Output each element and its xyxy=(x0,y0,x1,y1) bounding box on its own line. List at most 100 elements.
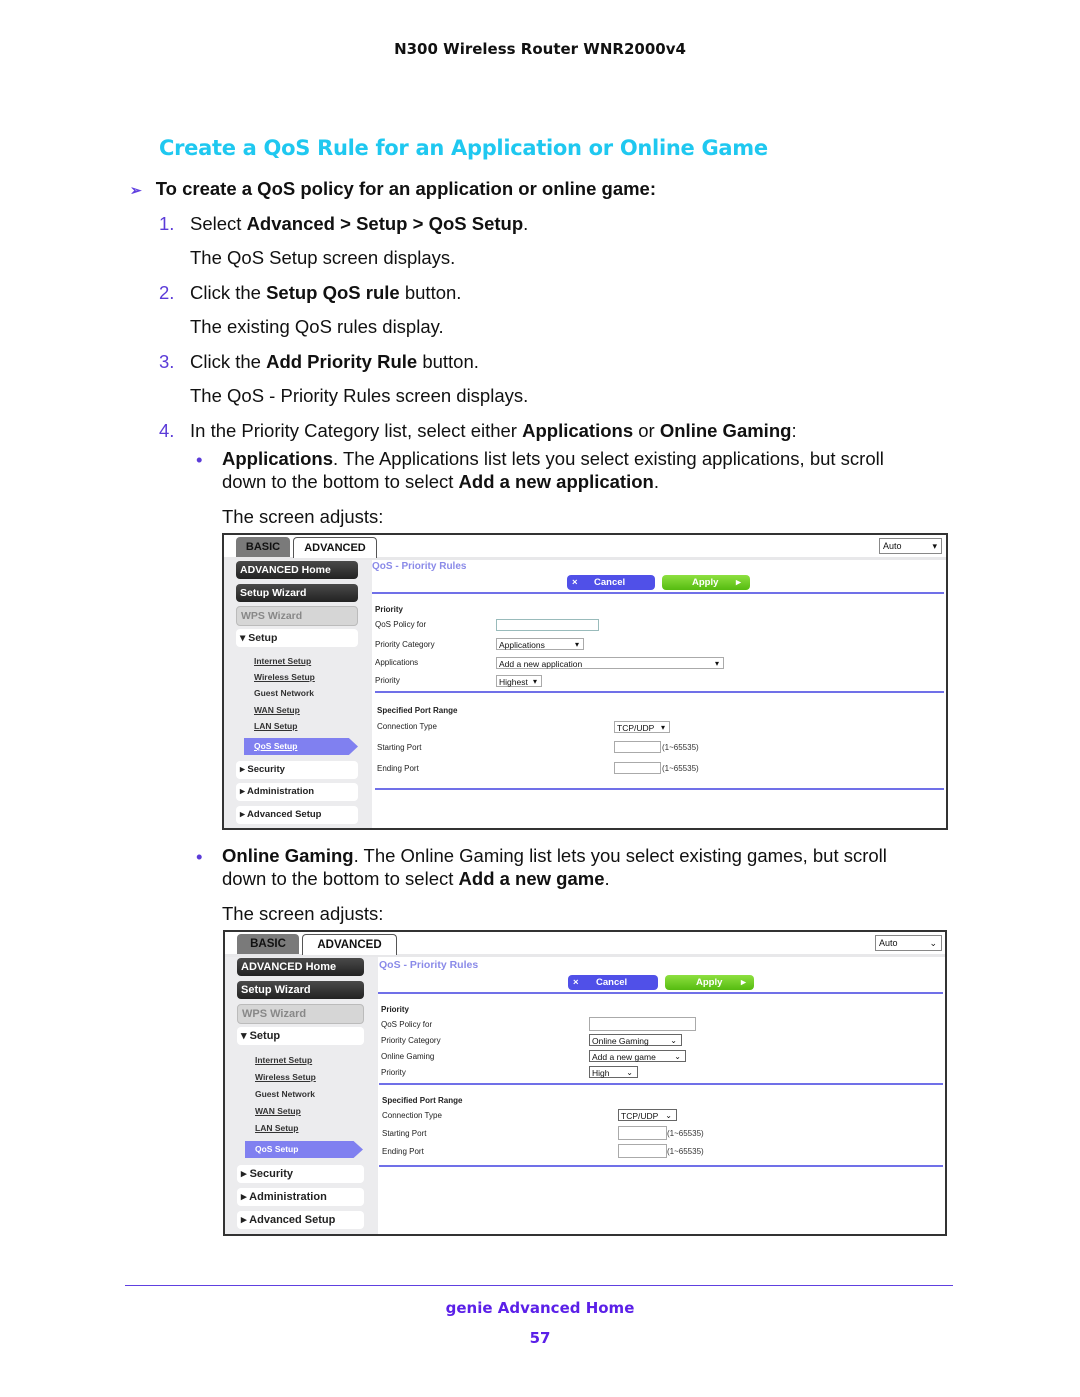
divider xyxy=(379,1083,943,1085)
starting-port-input[interactable] xyxy=(618,1126,667,1140)
chevron-down-icon: ▾ xyxy=(932,541,937,551)
priority-heading: Priority xyxy=(381,1005,410,1014)
cancel-button[interactable]: × Cancel xyxy=(567,575,655,590)
sidebar-security[interactable]: ▸ Security xyxy=(236,761,358,779)
sidebar-setup-wizard[interactable]: Setup Wizard xyxy=(236,584,358,602)
divider xyxy=(379,1165,943,1167)
bullet-icon: • xyxy=(196,846,203,867)
page-header: N300 Wireless Router WNR2000v4 xyxy=(394,40,686,58)
priority-select[interactable]: High ⌄ xyxy=(589,1066,638,1078)
sidebar-advanced-setup[interactable]: ▸ Advanced Setup xyxy=(236,806,358,824)
sidebar: ADVANCED Home Setup Wizard WPS Wizard ▾ … xyxy=(225,957,378,1234)
starting-port-label: Starting Port xyxy=(377,743,422,752)
sidebar-internet-setup[interactable]: Internet Setup xyxy=(254,656,311,666)
qos-policy-input[interactable] xyxy=(496,619,599,631)
section-title: Create a QoS Rule for an Application or … xyxy=(159,136,768,160)
priority-category-select[interactable]: Online Gaming ⌄ xyxy=(589,1034,682,1046)
ending-port-input[interactable] xyxy=(614,762,661,774)
router-screenshot-applications: BASIC ADVANCED Auto ▾ ADVANCED Home Setup… xyxy=(222,533,948,830)
main-panel: QoS - Priority Rules × Cancel Apply ▸ Prio… xyxy=(378,957,945,1234)
sidebar-wireless-setup[interactable]: Wireless Setup xyxy=(254,672,315,682)
main-panel: QoS - Priority Rules × Cancel Apply ▸ Prio… xyxy=(372,560,946,828)
sidebar-internet-setup[interactable]: Internet Setup xyxy=(255,1055,312,1065)
qos-policy-label: QoS Policy for xyxy=(375,620,427,629)
ending-port-label: Ending Port xyxy=(382,1147,424,1156)
language-select[interactable]: Auto ▾ xyxy=(879,538,942,554)
priority-category-select[interactable]: Applications ▾ xyxy=(496,638,584,650)
sidebar-qos-setup[interactable]: QoS Setup xyxy=(244,738,358,755)
sidebar-qos-setup[interactable]: QoS Setup xyxy=(245,1141,363,1158)
chevron-down-icon: ▾ xyxy=(660,723,665,732)
port-range-hint: (1~65535) xyxy=(667,1129,704,1138)
tab-basic[interactable]: BASIC xyxy=(236,537,290,557)
apply-button[interactable]: Apply ▸ xyxy=(665,975,754,990)
tab-advanced[interactable]: ADVANCED xyxy=(302,934,397,955)
priority-category-label: Priority Category xyxy=(381,1036,441,1045)
tab-basic[interactable]: BASIC xyxy=(237,934,299,954)
step-number: 3. xyxy=(159,351,175,372)
cancel-button[interactable]: × Cancel xyxy=(568,975,658,990)
connection-type-label: Connection Type xyxy=(382,1111,442,1120)
starting-port-label: Starting Port xyxy=(382,1129,427,1138)
screen-adjusts-text: The screen adjusts: xyxy=(222,506,384,527)
step-1: 1. Select Advanced > Setup > QoS Setup. xyxy=(159,213,529,234)
applications-select[interactable]: Add a new application ▾ xyxy=(496,657,724,669)
step-number: 1. xyxy=(159,213,175,234)
sidebar-lan-setup[interactable]: LAN Setup xyxy=(255,1123,298,1133)
priority-select[interactable]: Highest ▾ xyxy=(496,675,542,687)
chevron-down-icon: ⌄ xyxy=(626,1068,633,1077)
sidebar-setup-wizard[interactable]: Setup Wizard xyxy=(237,981,364,999)
connection-type-label: Connection Type xyxy=(377,722,437,731)
tab-advanced[interactable]: ADVANCED xyxy=(293,537,377,558)
arrow-icon: ➢ xyxy=(130,182,142,198)
sidebar-advanced-setup[interactable]: ▸ Advanced Setup xyxy=(237,1211,364,1229)
port-range-heading: Specified Port Range xyxy=(382,1096,463,1105)
sidebar-advanced-home[interactable]: ADVANCED Home xyxy=(236,561,358,579)
step-3-result: The QoS - Priority Rules screen displays… xyxy=(190,385,529,406)
bullet-applications-line2: down to the bottom to select Add a new a… xyxy=(222,471,659,492)
sidebar-guest-network[interactable]: Guest Network xyxy=(255,1089,315,1099)
sidebar-lan-setup[interactable]: LAN Setup xyxy=(254,721,297,731)
sidebar-security[interactable]: ▸ Security xyxy=(237,1165,364,1183)
starting-port-input[interactable] xyxy=(614,741,661,753)
connection-type-select[interactable]: TCP/UDP ⌄ xyxy=(618,1109,677,1121)
priority-category-label: Priority Category xyxy=(375,640,435,649)
chevron-down-icon: ⌄ xyxy=(929,938,937,948)
sidebar-administration[interactable]: ▸ Administration xyxy=(237,1188,364,1206)
apply-button[interactable]: Apply ▸ xyxy=(662,575,750,590)
sidebar-guest-network[interactable]: Guest Network xyxy=(254,688,314,698)
divider xyxy=(375,691,944,693)
sidebar-administration[interactable]: ▸ Administration xyxy=(236,783,358,801)
screen-adjusts-text: The screen adjusts: xyxy=(222,903,384,924)
page-title: QoS - Priority Rules xyxy=(379,959,479,971)
language-select[interactable]: Auto ⌄ xyxy=(875,935,942,951)
port-range-hint: (1~65535) xyxy=(667,1147,704,1156)
sidebar-wan-setup[interactable]: WAN Setup xyxy=(255,1106,301,1116)
bullet-applications: Applications. The Applications list lets… xyxy=(222,448,884,469)
page-title: QoS - Priority Rules xyxy=(372,561,467,572)
page-number: 57 xyxy=(529,1329,551,1347)
step-1-result: The QoS Setup screen displays. xyxy=(190,247,456,268)
bullet-icon: • xyxy=(196,449,203,470)
connection-type-select[interactable]: TCP/UDP ▾ xyxy=(614,721,670,733)
sidebar-setup[interactable]: ▾ Setup xyxy=(237,1027,364,1045)
sidebar-setup[interactable]: ▾ Setup xyxy=(236,629,358,647)
sidebar: ADVANCED Home Setup Wizard WPS Wizard ▾ … xyxy=(224,560,372,828)
bullet-online-gaming-line2: down to the bottom to select Add a new g… xyxy=(222,868,610,889)
chevron-down-icon: ▾ xyxy=(532,677,537,686)
port-range-hint: (1~65535) xyxy=(662,764,699,773)
sidebar-wireless-setup[interactable]: Wireless Setup xyxy=(255,1072,316,1082)
qos-policy-input[interactable] xyxy=(589,1017,696,1031)
chevron-down-icon: ⌄ xyxy=(670,1036,677,1045)
online-gaming-label: Online Gaming xyxy=(381,1052,435,1061)
step-number: 4. xyxy=(159,420,175,441)
online-gaming-select[interactable]: Add a new game ⌄ xyxy=(589,1050,686,1062)
top-bar: BASIC ADVANCED Auto ▾ xyxy=(224,535,946,560)
sidebar-wan-setup[interactable]: WAN Setup xyxy=(254,705,300,715)
sidebar-advanced-home[interactable]: ADVANCED Home xyxy=(237,958,364,976)
sidebar-wps-wizard[interactable]: WPS Wizard xyxy=(236,606,358,626)
sidebar-wps-wizard[interactable]: WPS Wizard xyxy=(237,1004,364,1024)
ending-port-label: Ending Port xyxy=(377,764,419,773)
ending-port-input[interactable] xyxy=(618,1144,667,1158)
port-range-hint: (1~65535) xyxy=(662,743,699,752)
